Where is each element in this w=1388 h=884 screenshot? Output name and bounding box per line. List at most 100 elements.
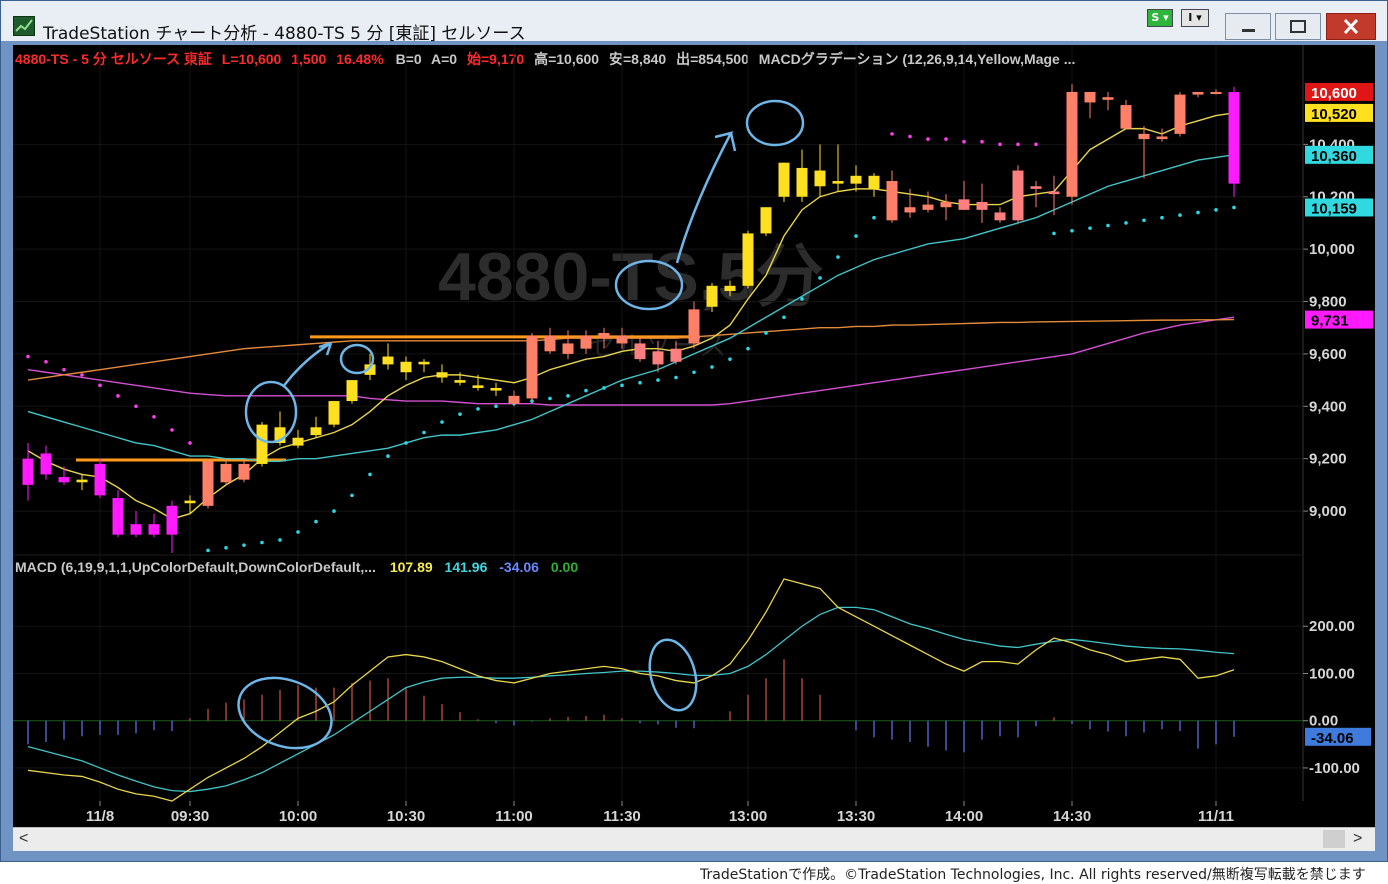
sar-dot bbox=[980, 139, 984, 144]
price-change: 1,500 bbox=[291, 51, 326, 67]
close-icon bbox=[1343, 18, 1359, 35]
macd-tick-label: 0.00 bbox=[1309, 713, 1338, 730]
i-button[interactable]: I ▾ bbox=[1181, 9, 1209, 27]
sar-dot bbox=[620, 383, 624, 388]
scroll-left-arrow-icon[interactable]: < bbox=[19, 830, 28, 848]
sar-dot bbox=[944, 137, 948, 141]
price-tag-label: 9,731 bbox=[1311, 313, 1349, 330]
sar-dot bbox=[692, 370, 696, 375]
minimize-icon bbox=[1242, 29, 1255, 32]
scroll-thumb[interactable] bbox=[1323, 830, 1345, 848]
candle-body bbox=[382, 356, 394, 365]
time-tick-label: 13:30 bbox=[837, 808, 875, 825]
sar-dot bbox=[656, 378, 660, 382]
candle-body bbox=[886, 181, 898, 221]
sar-dot bbox=[764, 331, 768, 335]
macd-label: MACD (6,19,9,1,1,UpColorDefault,DownColo… bbox=[15, 559, 376, 575]
time-tick-label: 13:00 bbox=[729, 808, 767, 825]
moving-averages bbox=[27, 112, 1235, 520]
signal-line bbox=[27, 606, 1235, 793]
chevron-down-icon: ▾ bbox=[1192, 11, 1202, 24]
candle-body bbox=[598, 332, 610, 339]
horizontal-scrollbar[interactable]: < > bbox=[13, 827, 1375, 851]
sar-dot bbox=[1160, 215, 1164, 220]
candle-body bbox=[418, 361, 430, 365]
candle-body bbox=[148, 524, 160, 535]
svg-text:4880-TS - 5 分 セルソース 東証: 4880-TS - 5 分 セルソース 東証 L=10,600 1,500 16… bbox=[15, 51, 1075, 67]
sar-dot bbox=[98, 383, 102, 388]
sar-dot bbox=[62, 367, 66, 372]
zero-value: 0.00 bbox=[551, 559, 578, 575]
tradestation-logo-icon bbox=[13, 16, 35, 36]
candle-body bbox=[688, 309, 700, 344]
scroll-right-arrow-icon[interactable]: > bbox=[1353, 830, 1362, 848]
candle-body bbox=[1084, 91, 1096, 103]
annotation-circle bbox=[745, 99, 805, 147]
maximize-button[interactable] bbox=[1275, 13, 1321, 40]
ask-value: A=0 bbox=[431, 51, 457, 67]
sar-dot bbox=[710, 365, 714, 369]
app-window: TradeStation チャート分析 - 4880-TS 5 分 [東証] セ… bbox=[0, 0, 1388, 862]
indicator-label: MACDグラデーション (12,26,9,14,Yellow,Mage ... bbox=[759, 51, 1076, 67]
sar-dot bbox=[1124, 221, 1128, 225]
hist-value: -34.06 bbox=[499, 559, 539, 575]
candle-body bbox=[778, 162, 790, 197]
price-tick-label: 9,600 bbox=[1309, 346, 1347, 363]
chart-area[interactable]: 4880-TS - 5 分 セルソース 東証 L=10,600 1,500 16… bbox=[13, 45, 1375, 828]
candle-body bbox=[202, 461, 214, 506]
price-tag-label: 10,600 bbox=[1311, 85, 1357, 102]
close-button[interactable] bbox=[1326, 13, 1376, 40]
sar-dot bbox=[566, 394, 570, 398]
volume-value: 出=854,500 bbox=[676, 51, 749, 67]
sar-dot bbox=[80, 373, 84, 377]
time-tick-label: 11/8 bbox=[86, 808, 114, 825]
time-axis: 11/8 09:30 10:00 10:30 11:00 11:30 13:00 13:30 1… bbox=[86, 801, 1234, 825]
sar-dot bbox=[998, 142, 1002, 147]
candle-body bbox=[742, 233, 754, 286]
sar-dot bbox=[584, 388, 588, 393]
sar-dot bbox=[1196, 210, 1200, 215]
sar-dot bbox=[404, 441, 408, 445]
chart-canvas[interactable]: 4880-TS - 5 分 セルソース 東証 L=10,600 1,500 16… bbox=[13, 45, 1375, 828]
candle-body bbox=[814, 170, 826, 187]
sar-dot bbox=[818, 276, 822, 280]
time-tick-label: 14:00 bbox=[945, 808, 983, 825]
price-tick-label: 10,000 bbox=[1309, 241, 1355, 258]
time-tick-label: 11:30 bbox=[603, 808, 641, 825]
price-tag-label: 10,159 bbox=[1311, 200, 1357, 217]
candle-body bbox=[670, 348, 682, 362]
sar-dot bbox=[386, 454, 390, 458]
sar-dot bbox=[962, 139, 966, 144]
time-tick-label: 10:00 bbox=[279, 808, 317, 825]
macd-tag: -34.06 bbox=[1305, 727, 1371, 747]
sar-dot bbox=[1232, 205, 1236, 210]
sar-dot bbox=[1088, 226, 1092, 230]
candle-body bbox=[508, 395, 520, 404]
sar-dot bbox=[278, 538, 282, 542]
candle-body bbox=[796, 167, 808, 197]
s-button[interactable]: S ▾ bbox=[1147, 9, 1173, 27]
candle-body bbox=[94, 463, 106, 496]
macd-value: 107.89 bbox=[390, 559, 433, 575]
sar-dot bbox=[170, 428, 174, 432]
sar-dot bbox=[1106, 223, 1110, 228]
candle-body bbox=[130, 524, 142, 535]
sar-dot bbox=[746, 346, 750, 351]
high-value: 高=10,600 bbox=[534, 51, 599, 67]
candle-body bbox=[706, 285, 718, 307]
sar-dot bbox=[314, 519, 318, 524]
symbol-label: 4880-TS - 5 分 セルソース 東証 bbox=[15, 51, 212, 67]
time-tick-label: 11/11 bbox=[1198, 808, 1234, 825]
sar-dot bbox=[782, 315, 786, 320]
candle-body bbox=[1228, 91, 1240, 184]
candle-body bbox=[184, 500, 196, 504]
price-tick-label: 9,200 bbox=[1309, 451, 1347, 468]
candle-body bbox=[904, 207, 916, 213]
sar-dot bbox=[458, 412, 462, 416]
candle-body bbox=[490, 387, 502, 391]
candle-body bbox=[472, 385, 484, 388]
price-change-pct: 16.48% bbox=[336, 51, 384, 67]
sar-dot bbox=[1142, 218, 1146, 223]
sar-dot bbox=[1070, 228, 1074, 233]
minimize-button[interactable] bbox=[1225, 13, 1271, 40]
